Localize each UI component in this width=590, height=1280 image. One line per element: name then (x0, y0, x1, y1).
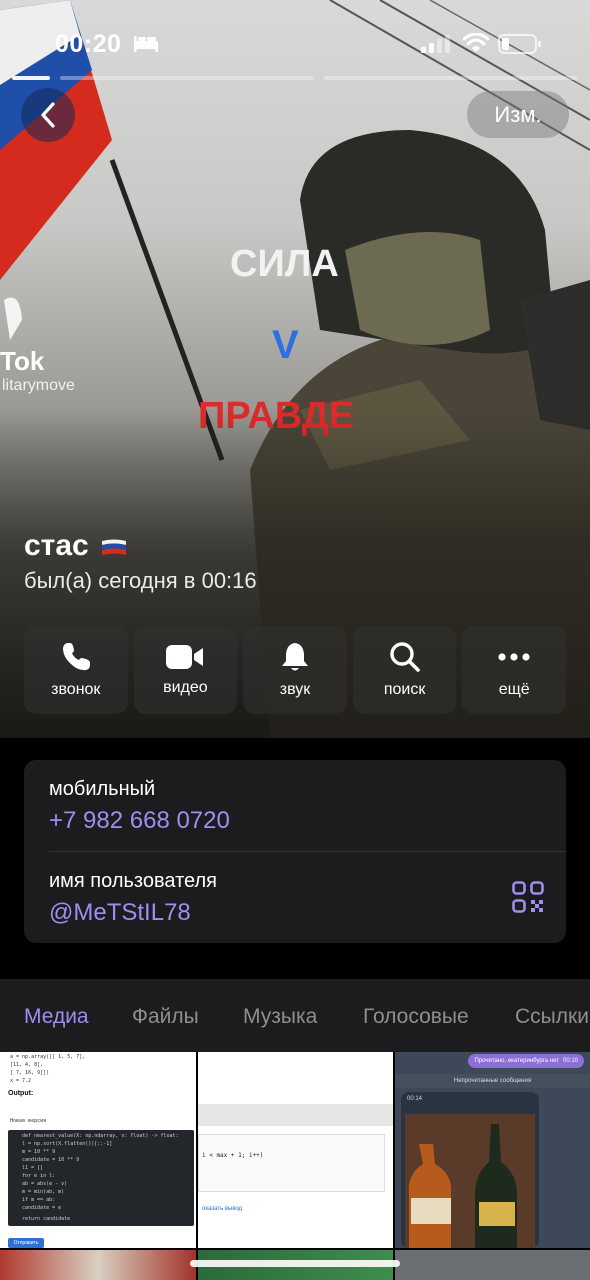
page-band (198, 1104, 393, 1126)
qr-code-icon[interactable] (512, 881, 544, 913)
tab-links[interactable]: Ссылки (515, 1005, 589, 1029)
web-code-line: i < max + 1; i++) (202, 1152, 264, 1159)
tiktok-watermark: Tok (0, 346, 45, 376)
call-button-label: звонок (51, 681, 101, 698)
media-thumbnail-chat[interactable]: Прочитано, екатеринбурга нет 00:10 Непро… (395, 1052, 590, 1248)
cellular-signal-icon (421, 35, 450, 53)
phone-number[interactable]: +7 982 668 0720 (49, 807, 230, 835)
story-progress (12, 76, 578, 80)
phone-icon (62, 643, 90, 671)
media-thumbnail-web[interactable]: i < max + 1; i++) оказать вывод (198, 1052, 393, 1248)
back-button[interactable] (21, 88, 75, 142)
chat-bubble-text: Прочитано, екатеринбурга нет (474, 1058, 559, 1064)
editor-line: def nearest_value(X: np.ndarray, v: floa… (22, 1133, 179, 1139)
code-line: [ 7, 16, 9]]) (10, 1070, 50, 1076)
tab-voice[interactable]: Голосовые (363, 1005, 469, 1029)
chat-message: 00:14 (401, 1092, 539, 1248)
editor-line: return candidate (22, 1216, 71, 1222)
code-line: a = np.array([[ 1, 5, 7], (10, 1054, 86, 1060)
tab-music[interactable]: Музыка (243, 1005, 317, 1029)
status-bar: 00:20 (0, 0, 590, 80)
code-line: [11, 4, 8], (10, 1062, 44, 1068)
media-thumbnail-code[interactable]: a = np.array([[ 1, 5, 7], [11, 4, 8], [ … (0, 1052, 196, 1248)
phone-row[interactable]: мобильный +7 982 668 0720 (49, 778, 230, 835)
editor-line: candidate = e (22, 1205, 62, 1211)
phone-label: мобильный (49, 778, 156, 800)
sound-button-label: звук (279, 681, 311, 698)
call-button[interactable]: звонок (24, 626, 128, 714)
wifi-icon (463, 33, 489, 52)
editor-line: m = 10 ** 9 (22, 1149, 56, 1155)
hero-word-1: СИЛА (230, 243, 339, 285)
tiktok-handle: litarymove (2, 377, 75, 394)
editor-line: candidate = 10 ** 9 (22, 1157, 80, 1163)
web-link: оказать вывод (202, 1206, 243, 1212)
code-box (198, 1134, 385, 1192)
search-icon (389, 642, 420, 672)
code-line: x = 7.2 (10, 1078, 32, 1084)
chat-bubble-time: 00:10 (562, 1058, 578, 1064)
code-editor: def nearest_value(X: np.ndarray, v: floa… (8, 1130, 194, 1226)
media-thumbnail[interactable] (395, 1250, 590, 1280)
username-row[interactable]: имя пользователя @MeTStIL78 (49, 870, 217, 927)
chevron-left-icon (41, 102, 55, 128)
bottles-photo (405, 1114, 535, 1248)
edit-button[interactable]: Изм. (467, 91, 569, 138)
version-select: Новая версия (10, 1118, 47, 1124)
search-button[interactable]: поиск (352, 626, 457, 714)
russian-flag-icon (102, 539, 126, 555)
last-seen-status: был(а) сегодня в 00:16 (24, 568, 257, 593)
sound-button[interactable]: звук (243, 626, 347, 714)
search-button-label: поиск (383, 681, 426, 698)
more-button-label: ещё (498, 681, 530, 698)
media-tabs: Медиа Файлы Музыка Голосовые Ссылки (0, 979, 590, 1052)
home-indicator[interactable] (190, 1260, 400, 1267)
editor-line: for e in l: (22, 1173, 56, 1179)
sleep-mode-icon (134, 36, 158, 52)
editor-line: m = min(ab, m) (22, 1189, 65, 1195)
tab-media[interactable]: Медиа (24, 1005, 89, 1029)
output-label: Output: (8, 1090, 34, 1097)
message-time: 00:14 (407, 1096, 423, 1102)
media-grid: a = np.array([[ 1, 5, 7], [11, 4, 8], [ … (0, 1052, 590, 1280)
submit-button: Отправить (8, 1238, 44, 1248)
video-call-button[interactable]: видео (133, 626, 238, 714)
video-camera-icon (166, 645, 204, 669)
battery-icon (498, 34, 541, 54)
hero-word-2: V (272, 323, 299, 367)
username-value[interactable]: @MeTStIL78 (49, 899, 217, 927)
story-progress-segment (60, 76, 314, 80)
more-button[interactable]: ещё (462, 626, 566, 714)
editor-line: ab = abs(e - v) (22, 1181, 68, 1187)
tab-files[interactable]: Файлы (132, 1005, 199, 1029)
username-label: имя пользователя (49, 870, 217, 892)
editor-line: l = np.sort(X.flatten())[::-1] (22, 1141, 113, 1147)
unread-divider: Непрочитанные сообщения (395, 1074, 590, 1088)
profile-hero: Tok litarymove СИЛА V ПРАВДЕ 00:20 (0, 0, 590, 738)
contact-info-card: мобильный +7 982 668 0720 имя пользовате… (24, 760, 566, 943)
story-progress-segment-active (12, 76, 50, 80)
video-button-label: видео (163, 679, 208, 696)
media-thumbnail[interactable] (0, 1250, 196, 1280)
chat-bubble: Прочитано, екатеринбурга нет 00:10 (468, 1054, 584, 1068)
editor-line: l1 = [] (22, 1165, 44, 1171)
more-dots-icon (498, 653, 530, 661)
info-divider (49, 851, 566, 852)
story-progress-segment (324, 76, 578, 80)
bell-icon (281, 643, 308, 671)
profile-name: стас (24, 529, 89, 562)
status-time: 00:20 (55, 30, 122, 58)
profile-actions: звонок видео звук поиск ещё (24, 626, 566, 714)
editor-line: if m == ab: (22, 1197, 56, 1203)
